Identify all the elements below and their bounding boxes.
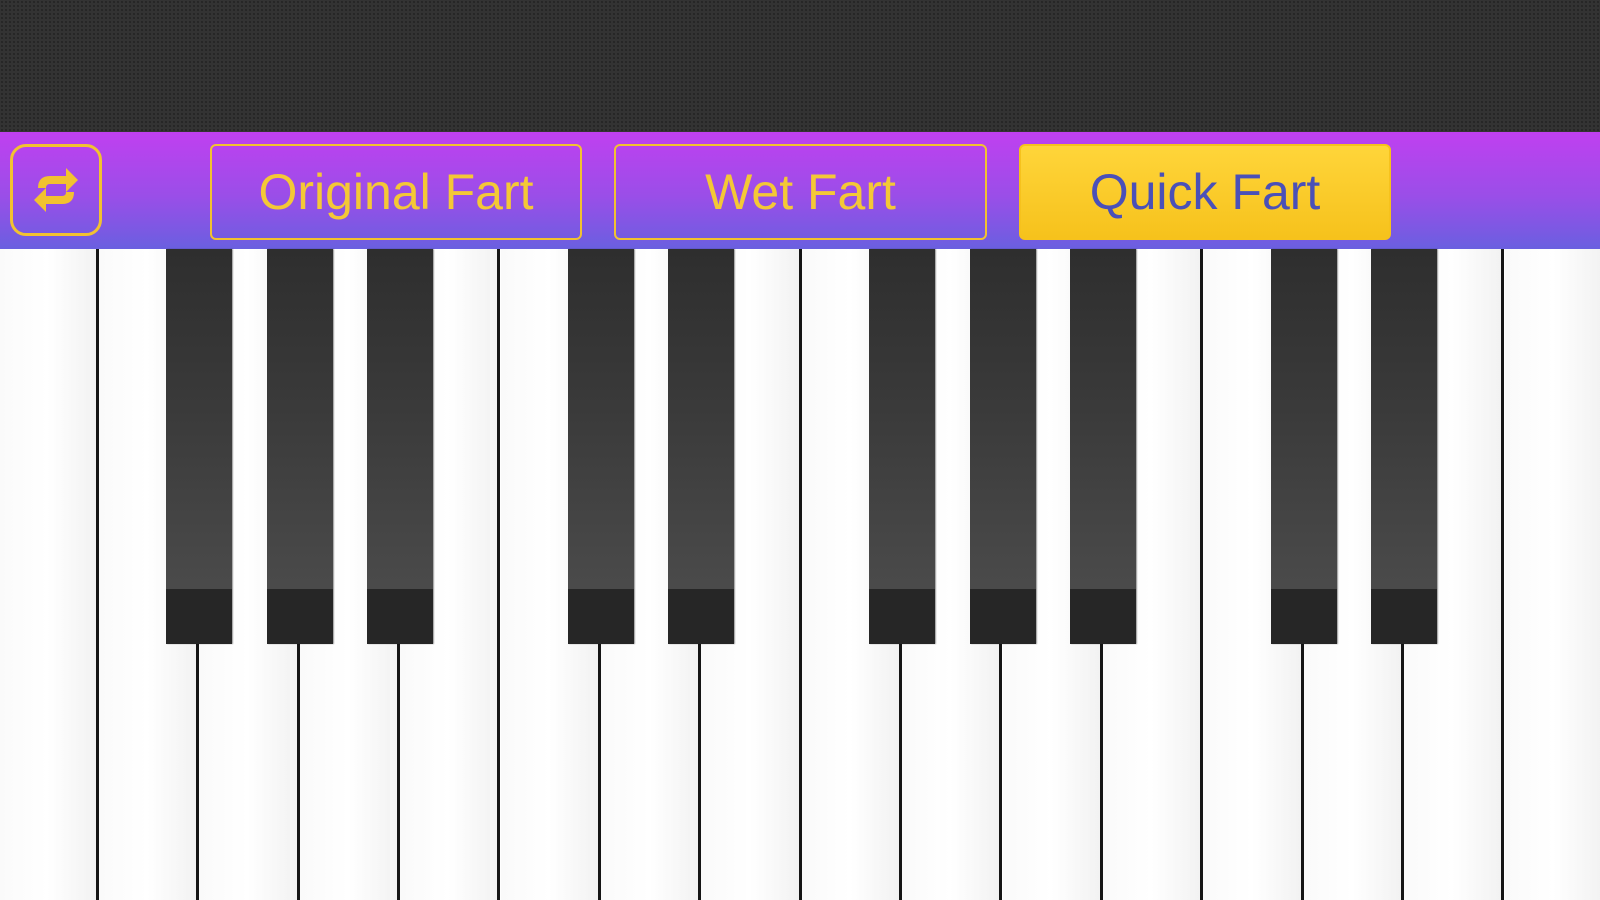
- switch-sound-button[interactable]: [10, 144, 102, 236]
- black-key[interactable]: [367, 249, 434, 644]
- quick-fart-button[interactable]: Quick Fart: [1019, 144, 1391, 240]
- piano-keyboard: [0, 249, 1600, 900]
- sound-toolbar: Original Fart Wet Fart Quick Fart: [0, 132, 1600, 249]
- refresh-icon: [34, 168, 78, 212]
- original-fart-button[interactable]: Original Fart: [210, 144, 582, 240]
- white-key[interactable]: [0, 249, 99, 900]
- black-key[interactable]: [266, 249, 333, 644]
- piano-app: Original Fart Wet Fart Quick Fart: [0, 0, 1600, 900]
- black-key[interactable]: [1069, 249, 1136, 644]
- black-key[interactable]: [1270, 249, 1337, 644]
- white-key[interactable]: [1504, 249, 1600, 900]
- wet-fart-button[interactable]: Wet Fart: [614, 144, 987, 240]
- black-key[interactable]: [567, 249, 634, 644]
- black-key[interactable]: [668, 249, 735, 644]
- black-key[interactable]: [969, 249, 1036, 644]
- black-key[interactable]: [166, 249, 233, 644]
- top-texture-area: [0, 0, 1600, 132]
- black-key[interactable]: [1371, 249, 1438, 644]
- black-key[interactable]: [869, 249, 936, 644]
